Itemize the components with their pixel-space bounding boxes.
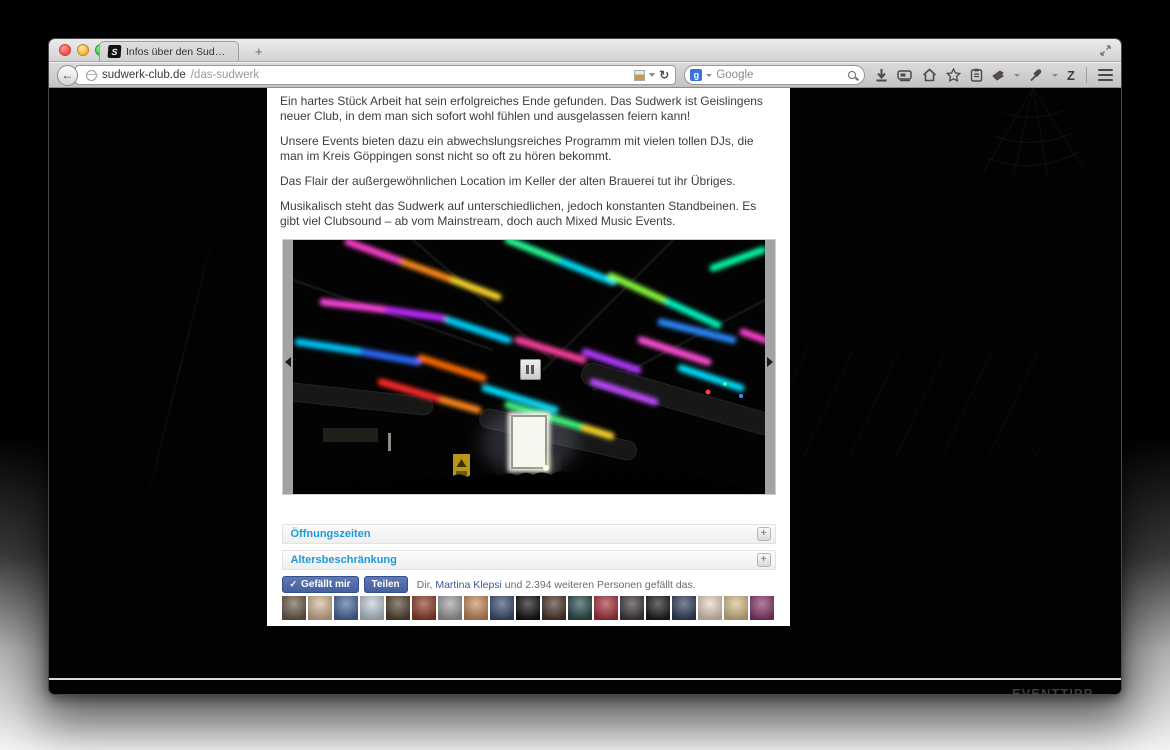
url-dropdown-icon[interactable] (649, 73, 655, 77)
friend-avatar[interactable] (646, 596, 670, 620)
accordion: Öffnungszeiten + Altersbeschränkung + (282, 524, 776, 570)
friend-avatar[interactable] (386, 596, 410, 620)
paragraph: Ein hartes Stück Arbeit hat sein erfolgr… (280, 94, 777, 124)
footer-divider (49, 678, 1121, 680)
paragraph: Das Flair der außergewöhnlichen Location… (280, 174, 777, 189)
expand-plus-icon[interactable]: + (757, 527, 771, 541)
eyedropper-icon[interactable] (1029, 69, 1043, 82)
friend-avatar[interactable] (568, 596, 592, 620)
titlebar: S Infos über den Sudwerk Cl... + (49, 39, 1121, 62)
google-icon: g (690, 69, 702, 81)
accordion-opening-hours[interactable]: Öffnungszeiten + (282, 524, 776, 544)
liker-name-link[interactable]: Martina Klepsi (435, 579, 502, 591)
friend-avatar[interactable] (516, 596, 540, 620)
url-host: sudwerk-club.de (102, 69, 186, 81)
search-placeholder: Google (716, 69, 753, 81)
close-window-button[interactable] (59, 44, 71, 56)
facebook-widget: ✓ Gefällt mir Teilen Dir, Martina Klepsi… (282, 576, 776, 593)
url-bar[interactable]: sudwerk-club.de /das-sudwerk ↻ (75, 65, 676, 85)
search-engine-dropdown-icon[interactable] (706, 74, 712, 77)
toolbar-divider (1086, 67, 1087, 83)
eyedropper-dropdown-icon[interactable] (1052, 74, 1058, 77)
paragraph: Musikalisch steht das Sudwerk auf unters… (280, 199, 777, 229)
url-path: /das-sudwerk (191, 69, 259, 81)
friend-avatar[interactable] (412, 596, 436, 620)
carousel-prev-icon[interactable] (285, 357, 291, 367)
search-icon[interactable] (848, 71, 856, 79)
accordion-label: Öffnungszeiten (291, 528, 371, 540)
clipboard-icon[interactable] (970, 68, 983, 82)
downloads-icon[interactable] (875, 68, 888, 82)
search-input[interactable]: g Google (684, 65, 865, 85)
expand-plus-icon[interactable]: + (757, 553, 771, 567)
fullscreen-icon[interactable] (1099, 44, 1112, 57)
photo-carousel (282, 239, 776, 495)
site-favicon-icon: S (108, 45, 122, 58)
reload-button[interactable]: ↻ (659, 68, 669, 82)
scratch-texture (140, 213, 219, 524)
friend-avatar[interactable] (594, 596, 618, 620)
addon-dropdown-icon[interactable] (1014, 74, 1020, 77)
addon-icon[interactable] (992, 69, 1005, 81)
friend-avatar[interactable] (360, 596, 384, 620)
cobweb-texture (973, 88, 1093, 178)
friend-avatar[interactable] (620, 596, 644, 620)
minimize-window-button[interactable] (77, 44, 89, 56)
globe-icon (86, 70, 97, 81)
back-button[interactable]: ← (57, 65, 78, 86)
browser-tab[interactable]: S Infos über den Sudwerk Cl... (99, 41, 239, 61)
friend-avatar[interactable] (542, 596, 566, 620)
browser-window: S Infos über den Sudwerk Cl... + ← sudwe… (48, 38, 1122, 695)
friend-avatar[interactable] (698, 596, 722, 620)
bookmark-star-icon[interactable] (946, 68, 961, 82)
friend-avatar[interactable] (672, 596, 696, 620)
friend-avatar[interactable] (282, 596, 306, 620)
facebook-like-status: Dir, Martina Klepsi und 2.394 weiteren P… (417, 579, 696, 591)
friend-avatar[interactable] (750, 596, 774, 620)
accordion-label: Altersbeschränkung (291, 554, 397, 566)
page-viewport: Ein hartes Stück Arbeit hat sein erfolgr… (49, 88, 1121, 694)
menu-icon[interactable] (1098, 67, 1113, 84)
friend-avatar[interactable] (438, 596, 462, 620)
zotero-icon[interactable]: Z (1067, 68, 1075, 83)
new-tab-button[interactable]: + (249, 44, 269, 59)
facebook-like-button[interactable]: ✓ Gefällt mir (282, 576, 359, 593)
home-icon[interactable] (922, 68, 937, 82)
accordion-age-restriction[interactable]: Altersbeschränkung + (282, 550, 776, 570)
page-action-icon[interactable] (634, 70, 645, 81)
friend-avatar[interactable] (308, 596, 332, 620)
footer-text: EVENTTIPP (1012, 686, 1093, 694)
friend-avatar[interactable] (334, 596, 358, 620)
slideshow-pause-button[interactable] (520, 359, 541, 380)
content-column: Ein hartes Stück Arbeit hat sein erfolgr… (267, 88, 790, 626)
carousel-next-icon[interactable] (767, 357, 773, 367)
check-icon: ✓ (290, 579, 298, 590)
tab-title: Infos über den Sudwerk Cl... (126, 46, 230, 58)
video-download-icon[interactable] (897, 69, 913, 82)
navigation-toolbar: ← sudwerk-club.de /das-sudwerk ↻ g Googl… (49, 62, 1121, 88)
friend-avatar[interactable] (490, 596, 514, 620)
paragraph: Unsere Events bieten dazu ein abwechslun… (280, 134, 777, 164)
facebook-share-button[interactable]: Teilen (364, 576, 408, 593)
facepile (282, 596, 776, 620)
friend-avatar[interactable] (464, 596, 488, 620)
friend-avatar[interactable] (724, 596, 748, 620)
